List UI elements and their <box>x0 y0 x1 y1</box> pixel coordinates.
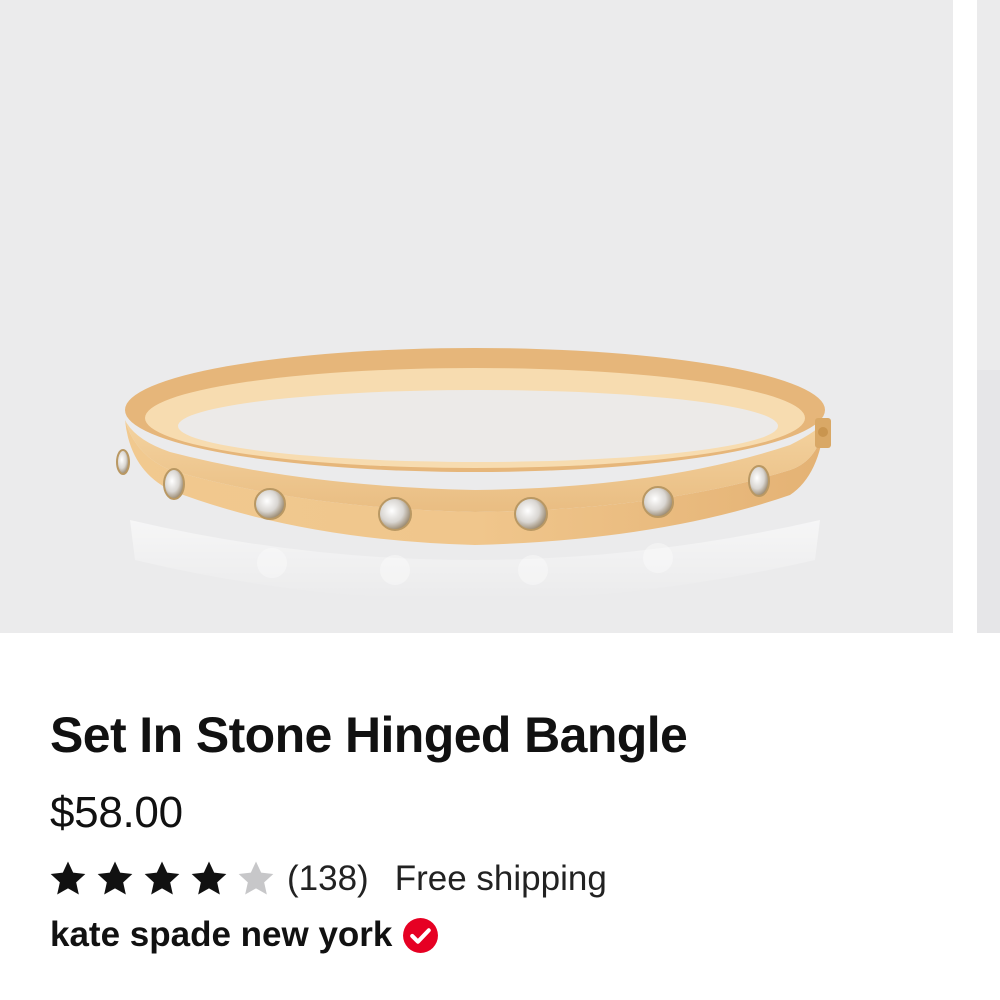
product-image[interactable] <box>0 0 953 633</box>
shipping-info: Free shipping <box>394 859 607 898</box>
product-card[interactable]: Set In Stone Hinged Bangle $58.00 (138) … <box>0 0 1000 1000</box>
seller-name[interactable]: kate spade new york <box>50 915 392 955</box>
star-filled-icon <box>191 861 227 895</box>
product-price: $58.00 <box>50 788 183 837</box>
next-product-image-peek[interactable] <box>977 0 1000 633</box>
star-filled-icon <box>50 861 86 895</box>
star-rating <box>48 859 283 899</box>
rating-row: (138) Free shipping <box>48 856 607 902</box>
star-filled-icon <box>144 861 180 895</box>
review-count[interactable]: (138) <box>287 859 369 899</box>
product-title[interactable]: Set In Stone Hinged Bangle <box>50 706 688 764</box>
star-filled-icon <box>97 861 133 895</box>
product-image-carousel[interactable] <box>0 0 1000 633</box>
verified-check-icon <box>403 917 439 953</box>
bangle-image <box>116 348 831 600</box>
star-empty-icon <box>238 861 274 895</box>
seller-row[interactable]: kate spade new york <box>50 913 439 957</box>
